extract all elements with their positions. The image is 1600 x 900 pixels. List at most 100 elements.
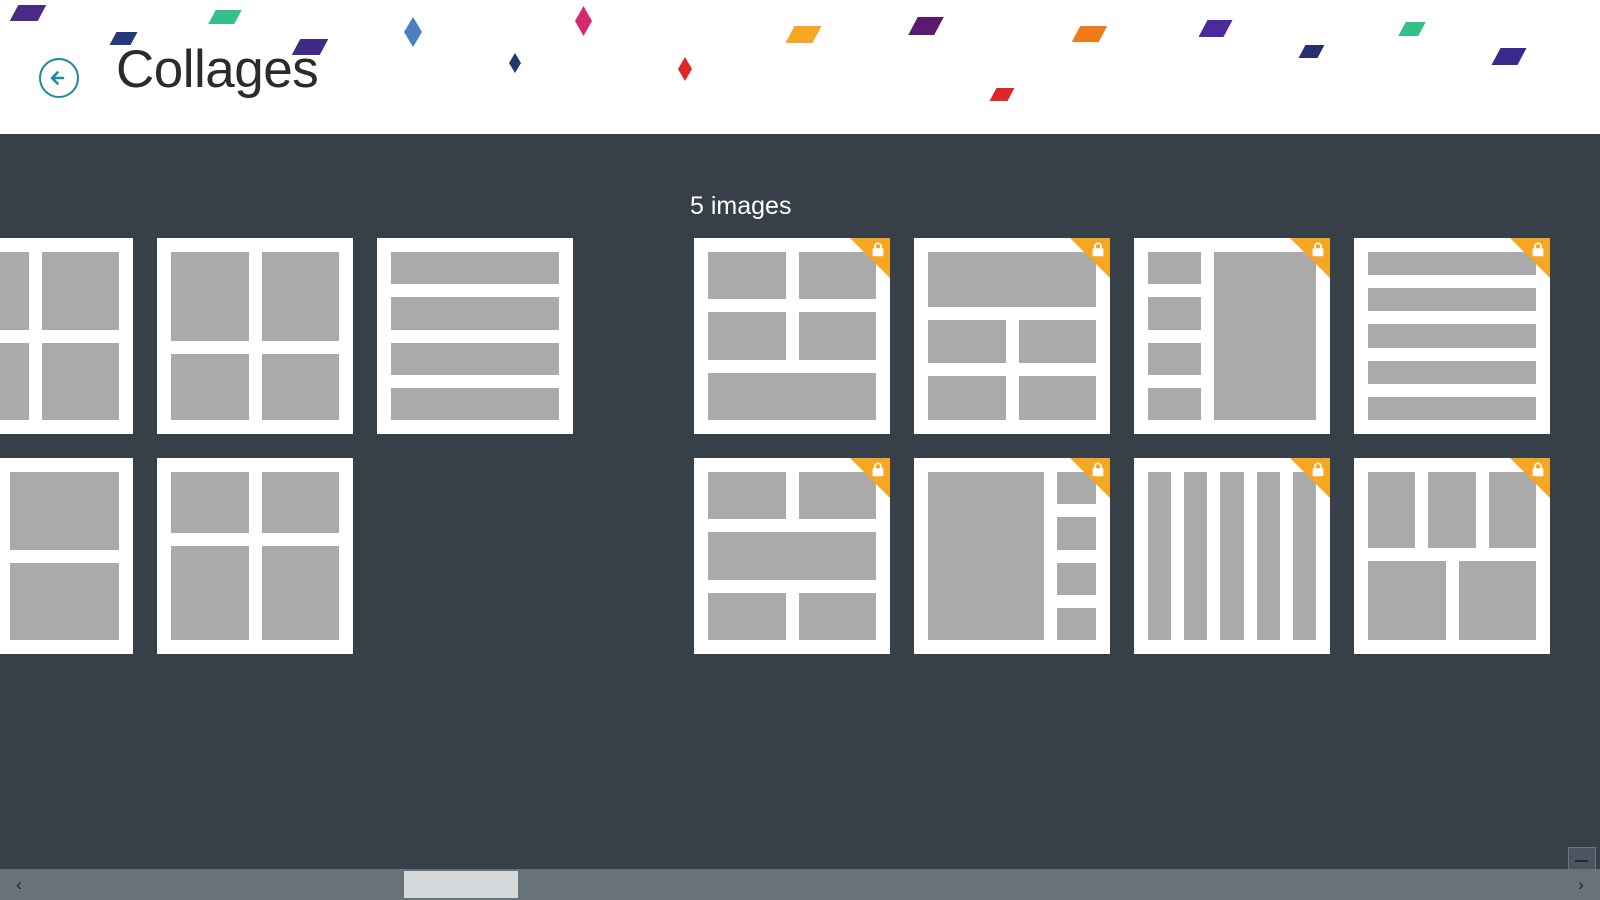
collage-template-12[interactable] — [1134, 458, 1330, 654]
collage-slot — [708, 312, 786, 360]
collage-slot — [1368, 472, 1416, 548]
collage-slot — [1368, 396, 1536, 421]
collage-slot — [1368, 288, 1536, 312]
collage-slot — [171, 472, 249, 533]
collage-slot — [261, 252, 339, 342]
collage-template-1[interactable] — [0, 238, 133, 434]
collage-template-2[interactable] — [157, 238, 353, 434]
scrollbar-thumb[interactable] — [404, 871, 518, 898]
collage-slot — [1368, 360, 1536, 384]
collage-slot — [708, 593, 786, 641]
collage-template-13[interactable] — [1354, 458, 1550, 654]
collage-slot — [708, 472, 786, 519]
confetti-amber-rhombus — [785, 26, 822, 43]
collage-layout — [0, 458, 133, 654]
page-title: Collages — [116, 40, 319, 99]
back-button[interactable] — [38, 57, 80, 99]
collage-slot — [1148, 472, 1172, 640]
collage-slot — [41, 252, 119, 330]
collage-slot — [391, 252, 559, 285]
horizontal-scrollbar[interactable]: ‹ › — [0, 869, 1600, 900]
collage-slot — [1056, 517, 1096, 550]
collage-layout — [0, 238, 133, 434]
collage-slot — [1148, 387, 1202, 420]
collage-template-10[interactable] — [694, 458, 890, 654]
collage-slot — [261, 472, 339, 533]
collage-slot — [798, 312, 876, 360]
collage-slot — [1368, 324, 1536, 348]
collage-template-browser[interactable]: 5 images — [0, 134, 1600, 849]
confetti-red-diamond — [678, 57, 692, 81]
collage-slot — [391, 387, 559, 420]
collage-slot — [1428, 472, 1476, 548]
collage-slot — [0, 252, 29, 330]
confetti-red-rhombus — [989, 88, 1015, 101]
collage-template-3[interactable] — [377, 238, 573, 434]
collage-slot — [0, 342, 29, 420]
confetti-teal-rhombus-2 — [1398, 22, 1426, 36]
collage-template-7[interactable] — [914, 238, 1110, 434]
collage-slot — [1018, 319, 1096, 364]
collage-slot — [9, 562, 119, 640]
confetti-teal-rhombus — [208, 10, 242, 24]
collage-slot — [1184, 472, 1208, 640]
collage-slot — [1056, 562, 1096, 595]
collage-template-8[interactable] — [1134, 238, 1330, 434]
collage-slot — [708, 531, 876, 581]
confetti-orange-rhombus — [1071, 26, 1108, 42]
collage-slot — [391, 342, 559, 375]
group-label: 5 images — [690, 192, 792, 220]
scrollbar-track[interactable] — [38, 869, 1562, 900]
collage-template-9[interactable] — [1354, 238, 1550, 434]
collage-slot — [391, 297, 559, 330]
collage-template-11[interactable] — [914, 458, 1110, 654]
collage-slot — [1148, 297, 1202, 330]
collage-slot — [1220, 472, 1244, 640]
app-header: Collages — [0, 0, 1600, 134]
collage-slot — [798, 593, 876, 641]
collage-slot — [1056, 607, 1096, 640]
padlock-icon — [1532, 242, 1544, 257]
padlock-icon — [1312, 462, 1324, 477]
collages-app: Collages 5 images ‹ › — [0, 0, 1600, 900]
collage-slot — [261, 545, 339, 640]
padlock-icon — [1532, 462, 1544, 477]
collage-slot — [928, 472, 1044, 640]
group-5-images: 5 images — [690, 134, 1550, 754]
padlock-icon — [1312, 242, 1324, 257]
collage-slot — [1148, 252, 1202, 285]
collage-template-5[interactable] — [157, 458, 353, 654]
collage-slot — [9, 472, 119, 550]
collage-slot — [1018, 376, 1096, 420]
collage-slot — [1256, 472, 1280, 640]
back-arrow-circle-icon — [39, 58, 79, 98]
padlock-icon — [1092, 462, 1104, 477]
collage-layout — [157, 238, 353, 434]
confetti-purple-rhombus-2 — [908, 17, 944, 35]
collage-slot — [1368, 560, 1446, 640]
collage-slot — [708, 372, 876, 420]
padlock-icon — [1092, 242, 1104, 257]
collage-slot — [928, 376, 1006, 420]
collage-slot — [41, 342, 119, 420]
collage-slot — [708, 252, 786, 300]
confetti-violet-rhombus-2 — [1198, 20, 1233, 37]
collage-slot — [928, 319, 1006, 364]
collage-slot — [171, 252, 249, 342]
confetti-navy-rhombus-2 — [1298, 45, 1325, 58]
confetti-navy-diamond — [509, 53, 521, 73]
confetti-purple-rhombus — [9, 5, 47, 21]
bottom-scroll-area: ‹ › — [0, 847, 1600, 900]
scroll-left-arrow-icon[interactable]: ‹ — [0, 869, 38, 900]
minimize-dash-icon — [1575, 860, 1588, 862]
collage-slot — [1458, 560, 1536, 640]
group-4-images — [0, 134, 793, 754]
collage-template-4[interactable] — [0, 458, 133, 654]
padlock-icon — [872, 462, 884, 477]
collage-slot — [261, 354, 339, 420]
collage-slot — [171, 545, 249, 640]
collage-slot — [171, 354, 249, 420]
collage-template-6[interactable] — [694, 238, 890, 434]
scroll-right-arrow-icon[interactable]: › — [1562, 869, 1600, 900]
collage-slot — [1148, 342, 1202, 375]
